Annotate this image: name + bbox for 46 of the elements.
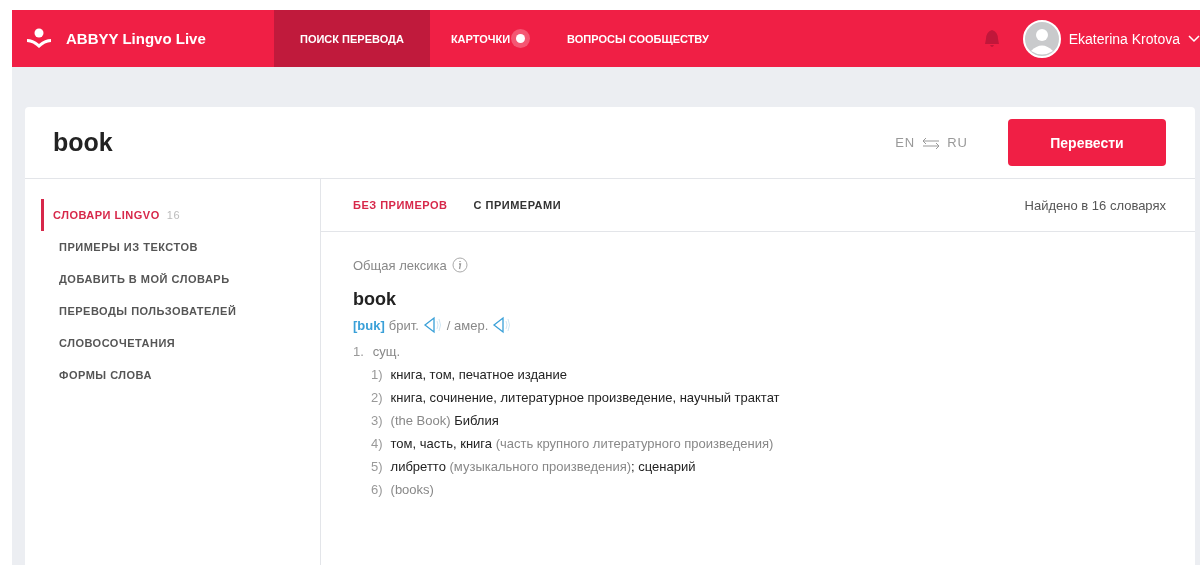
list-number: 4) (371, 436, 383, 451)
nav-tab[interactable]: ВОПРОСЫ СООБЩЕСТВУ (546, 10, 730, 67)
sidebar-item[interactable]: ПЕРЕВОДЫ ПОЛЬЗОВАТЕЛЕЙ (28, 295, 320, 327)
list-number: 1) (371, 367, 383, 382)
language-code[interactable]: RU (947, 135, 968, 150)
avatar-icon (1022, 19, 1061, 58)
list-number: 5) (371, 459, 383, 474)
meaning-text: книга, том, печатное издание (390, 367, 567, 382)
list-number: 1. (353, 344, 364, 359)
sidebar-item[interactable]: ДОБАВИТЬ В МОЙ СЛОВАРЬ (28, 263, 320, 295)
translate-button[interactable]: Перевести (1008, 119, 1166, 166)
part-of-speech: сущ. (372, 344, 401, 359)
language-code[interactable]: EN (895, 135, 916, 150)
speaker-icon (422, 316, 443, 334)
sidebar-item[interactable]: СЛОВОСОЧЕТАНИЯ (28, 327, 320, 359)
tab[interactable]: С ПРИМЕРАМИ (473, 199, 562, 211)
user-menu[interactable]: Ekaterina Krotova (1022, 19, 1200, 58)
bell-icon (982, 28, 1001, 49)
sidebar-item[interactable]: ПРИМЕРЫ ИЗ ТЕКСТОВ (28, 231, 320, 263)
list-number: 6) (371, 482, 383, 497)
chevron-down-icon (1188, 34, 1200, 43)
notification-dot (516, 34, 526, 43)
info-icon (451, 257, 468, 273)
search-field[interactable]: book (53, 128, 896, 157)
sidebar-item[interactable]: ФОРМЫ СЛОВА (28, 359, 320, 391)
meaning-text: либретто (музыкального произведения); сценарий (390, 459, 696, 474)
meaning-text: том, часть, книга (часть крупного литературного произведения) (390, 436, 774, 451)
reader-logo-icon (26, 27, 52, 50)
swap-arrows-icon (921, 136, 942, 149)
speaker-icon (492, 316, 513, 334)
list-number: 2) (371, 390, 383, 405)
tab[interactable]: БЕЗ ПРИМЕРОВ (353, 199, 448, 211)
logo-text[interactable]: ABBYY Lingvo Live (66, 30, 206, 47)
dictionary-label: Общая лексика (353, 257, 447, 273)
headword: book (353, 289, 397, 310)
list-number: 3) (371, 413, 383, 428)
nav-tab[interactable]: ПОИСК ПЕРЕВОДА (274, 10, 430, 67)
nav-tab[interactable]: КАРТОЧКИ (429, 10, 547, 67)
meaning-text: книга, сочинение, литературное произведение, научный трактат (390, 390, 780, 405)
meaning-text: (the Book) Библия (390, 413, 499, 428)
transcription[interactable]: [buk] (353, 317, 385, 333)
sidebar-item[interactable]: СЛОВАРИ LINGVO 16 (41, 199, 320, 231)
pronunciation-label: брит. (388, 317, 419, 333)
meaning-text: (books) (390, 482, 434, 497)
found-count: Найдено в 16 словарях (1024, 197, 1166, 213)
pronunciation-label: / амер. (446, 317, 489, 333)
